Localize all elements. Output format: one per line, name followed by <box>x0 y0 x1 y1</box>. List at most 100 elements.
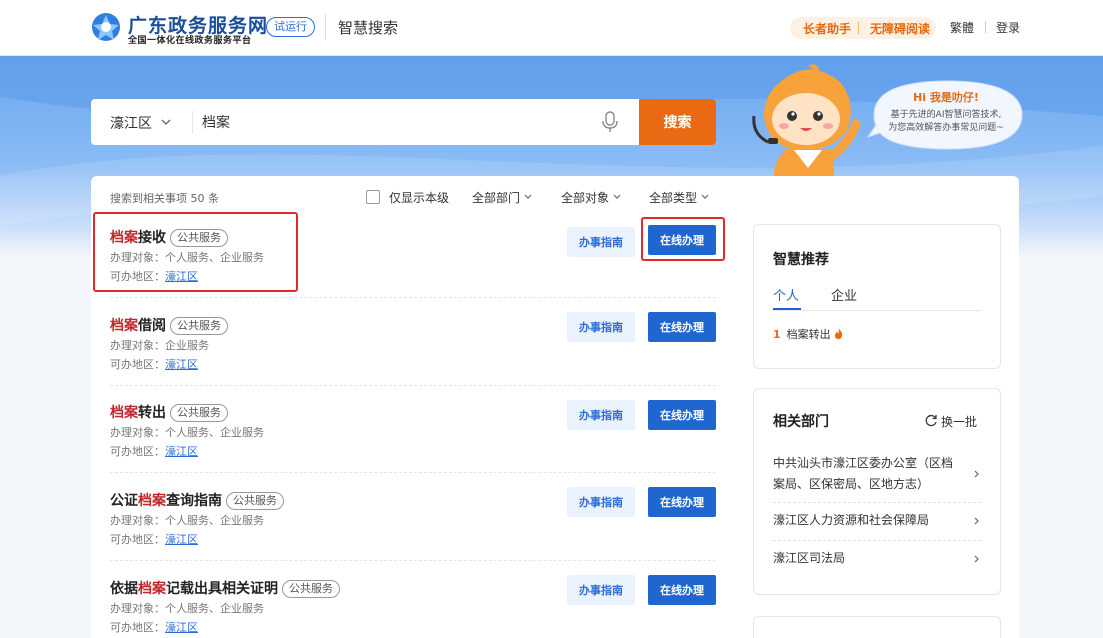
target-prefix: 办理对象： <box>110 602 165 615</box>
result-title-prefix: 依据 <box>110 581 138 597</box>
online-apply-button[interactable]: 在线办理 <box>648 312 716 342</box>
guide-button[interactable]: 办事指南 <box>567 400 635 430</box>
region-prefix: 可办地区： <box>110 533 165 546</box>
result-target: 办理对象：个人服务、企业服务 <box>110 512 264 528</box>
annotation-box-title <box>93 212 298 292</box>
search-divider <box>192 111 193 133</box>
filter-type-label: 全部类型 <box>649 191 698 205</box>
recommend-card: 智慧推荐 个人 企业 1 档案转出 <box>753 224 1001 369</box>
department-name: 濠江区人力资源和社会保障局 <box>773 513 930 527</box>
additional-card <box>753 616 1001 638</box>
filter-target[interactable]: 全部对象 <box>561 189 621 206</box>
tab-enterprise[interactable]: 企业 <box>831 285 857 304</box>
result-title[interactable]: 档案借阅 公共服务 <box>110 315 228 335</box>
online-apply-button[interactable]: 在线办理 <box>648 575 716 605</box>
region-link[interactable]: 濠江区 <box>165 445 198 458</box>
search-button[interactable]: 搜索 <box>639 99 716 145</box>
chevron-right-icon <box>974 470 979 478</box>
guide-button[interactable]: 办事指南 <box>567 227 635 257</box>
site-subtitle: 全国一体化在线政务服务平台 <box>128 36 252 46</box>
guide-button[interactable]: 办事指南 <box>567 487 635 517</box>
result-title[interactable]: 依据档案记载出具相关证明 公共服务 <box>110 578 340 598</box>
header-divider <box>325 14 326 40</box>
active-tab-indicator <box>773 308 801 310</box>
microphone-icon[interactable] <box>600 111 620 133</box>
result-title-prefix: 公证 <box>110 493 138 509</box>
login-link[interactable]: 登录 <box>996 19 1020 36</box>
region-link[interactable]: 濠江区 <box>165 358 198 371</box>
related-departments-card: 相关部门 换一批 中共汕头市濠江区委办公室（区档 案局、区保密局、区地方志） 濠… <box>753 388 1001 595</box>
region-link[interactable]: 濠江区 <box>165 621 198 634</box>
chevron-down-icon <box>524 194 532 199</box>
result-title-suffix: 查询指南 <box>166 493 222 509</box>
region-link[interactable]: 濠江区 <box>165 533 198 546</box>
result-item: 档案转出 公共服务 办理对象：个人服务、企业服务 可办地区：濠江区 办事指南 在线… <box>110 400 716 490</box>
target-prefix: 办理对象： <box>110 514 165 527</box>
tab-personal[interactable]: 个人 <box>773 285 799 304</box>
service-type-tag: 公共服务 <box>170 404 228 422</box>
result-target: 办理对象：个人服务、企业服务 <box>110 424 264 440</box>
result-title-keyword: 档案 <box>110 405 138 421</box>
search-bar: 濠江区 搜索 <box>91 99 716 145</box>
service-type-tag: 公共服务 <box>226 492 284 510</box>
recommend-item[interactable]: 1 档案转出 <box>773 326 843 342</box>
local-only-label[interactable]: 仅显示本级 <box>389 189 449 206</box>
result-target: 办理对象：个人服务、企业服务 <box>110 600 264 616</box>
online-apply-button[interactable]: 在线办理 <box>648 400 716 430</box>
mascot-greeting: Hi 我是叻仔! <box>913 91 979 104</box>
result-region: 可办地区：濠江区 <box>110 356 198 372</box>
result-divider <box>110 472 716 473</box>
department-name-line1: 中共汕头市濠江区委办公室（区档 <box>773 456 954 470</box>
filter-type[interactable]: 全部类型 <box>649 189 709 206</box>
local-only-checkbox[interactable] <box>366 190 380 204</box>
result-title[interactable]: 公证档案查询指南 公共服务 <box>110 490 284 510</box>
region-prefix: 可办地区： <box>110 445 165 458</box>
target-value: 个人服务、企业服务 <box>165 602 264 615</box>
department-divider <box>773 540 981 541</box>
annotation-box-online-button <box>641 217 725 261</box>
department-item[interactable]: 濠江区司法局 <box>773 548 981 569</box>
search-input[interactable] <box>202 109 582 135</box>
department-divider <box>773 502 981 503</box>
result-title[interactable]: 档案转出 公共服务 <box>110 402 228 422</box>
result-item: 依据档案记载出具相关证明 公共服务 办理对象：个人服务、企业服务 可办地区：濠江区… <box>110 575 716 638</box>
result-title-suffix: 借阅 <box>138 318 166 334</box>
recommend-title: 智慧推荐 <box>773 252 829 268</box>
result-region: 可办地区：濠江区 <box>110 531 198 547</box>
service-type-tag: 公共服务 <box>282 580 340 598</box>
result-divider <box>110 297 716 298</box>
mascot-description-line2: 为您高效解答办事常见问题~ <box>888 123 1004 133</box>
refresh-button[interactable]: 换一批 <box>924 413 977 430</box>
result-region: 可办地区：濠江区 <box>110 619 198 635</box>
guide-button[interactable]: 办事指南 <box>567 575 635 605</box>
department-name: 濠江区司法局 <box>773 551 846 565</box>
chevron-right-icon <box>974 555 979 562</box>
filter-department[interactable]: 全部部门 <box>472 189 532 206</box>
top-header: 广东政务服务网 全国一体化在线政务服务平台 试运行 智慧搜索 长者助手 无障碍阅… <box>0 0 1103 56</box>
traditional-chinese-link[interactable]: 繁體 <box>950 19 974 36</box>
department-item[interactable]: 中共汕头市濠江区委办公室（区档 案局、区保密局、区地方志） <box>773 453 981 495</box>
page-title: 智慧搜索 <box>338 19 399 37</box>
assist-divider <box>858 22 859 34</box>
elder-mode-link[interactable]: 长者助手 <box>803 20 851 37</box>
chevron-down-icon <box>613 194 621 199</box>
region-select[interactable]: 濠江区 <box>110 113 152 133</box>
guide-button[interactable]: 办事指南 <box>567 312 635 342</box>
site-logo-icon[interactable] <box>91 12 121 42</box>
accessibility-link[interactable]: 无障碍阅读 <box>870 20 930 37</box>
trial-badge: 试运行 <box>266 17 315 37</box>
online-apply-button[interactable]: 在线办理 <box>648 487 716 517</box>
result-title-suffix: 记载出具相关证明 <box>166 581 278 597</box>
result-target: 办理对象：企业服务 <box>110 337 209 353</box>
assist-tools: 长者助手 无障碍阅读 <box>790 17 936 39</box>
departments-title: 相关部门 <box>773 414 829 430</box>
tab-divider <box>773 310 981 311</box>
chevron-down-icon[interactable] <box>161 117 171 127</box>
result-count: 搜索到相关事项 50 条 <box>110 192 219 205</box>
result-item: 档案借阅 公共服务 办理对象：企业服务 可办地区：濠江区 办事指南 在线办理 <box>110 312 716 403</box>
result-divider <box>110 385 716 386</box>
target-value: 个人服务、企业服务 <box>165 514 264 527</box>
login-divider <box>985 21 986 33</box>
department-item[interactable]: 濠江区人力资源和社会保障局 <box>773 510 981 531</box>
result-divider <box>110 560 716 561</box>
